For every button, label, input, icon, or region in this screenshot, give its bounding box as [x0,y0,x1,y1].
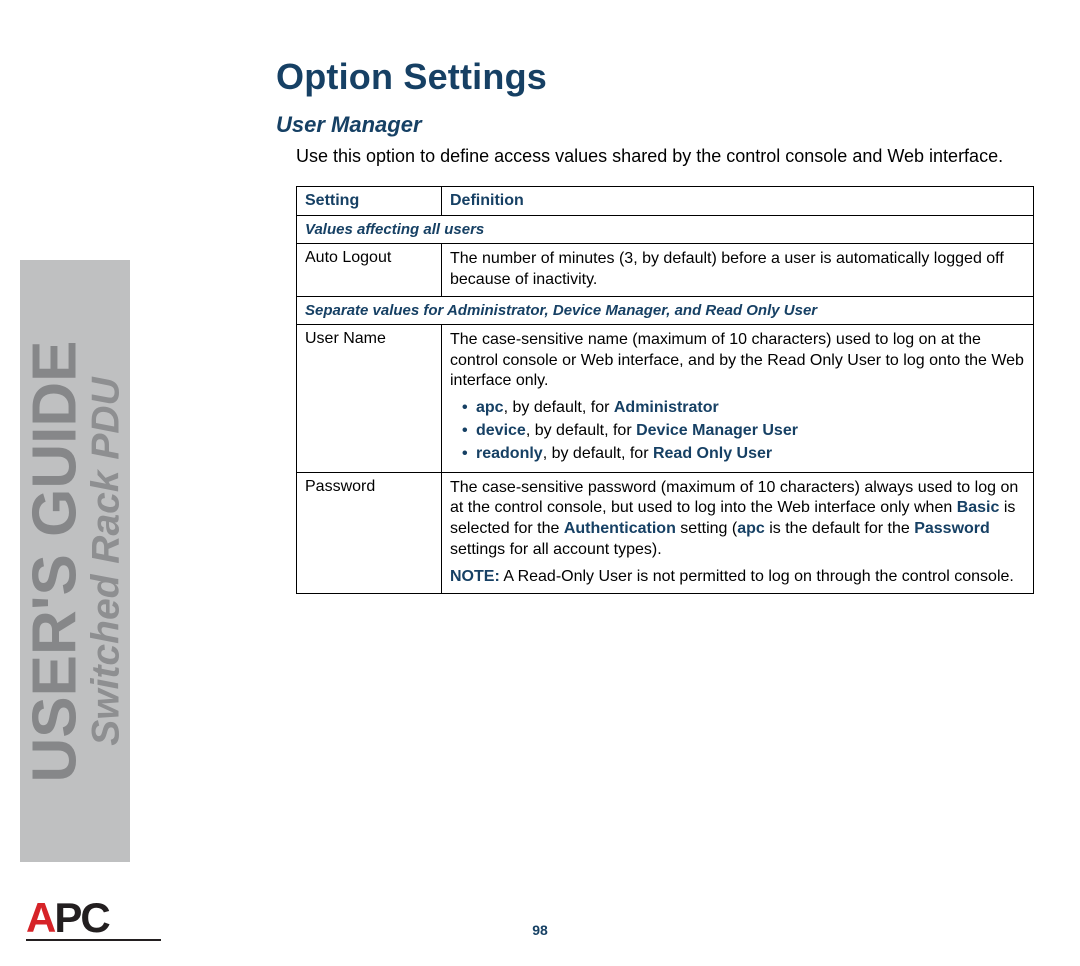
section-separate-values: Separate values for Administrator, Devic… [297,296,1034,324]
page-number: 98 [0,922,1080,938]
note-block: NOTE: A Read-Only User is not permitted … [450,567,1025,588]
bullet-readonly: readonly [476,445,543,462]
guide-subtitle: Switched Rack PDU [87,377,126,745]
definition-auto-logout: The number of minutes (3, by default) be… [442,244,1034,297]
note-label: NOTE: [450,568,500,585]
note-text: A Read-Only User is not permitted to log… [500,568,1014,585]
page-title: Option Settings [276,56,1036,98]
section-row: Values affecting all users [297,216,1034,244]
list-item: readonly, by default, for Read Only User [466,444,1025,465]
sidebar: USER'S GUIDE Switched Rack PDU APC [0,0,196,966]
list-item: device, by default, for Device Manager U… [466,421,1025,442]
table-row: User Name The case-sensitive name (maxim… [297,324,1034,472]
bullet-rouser: Read Only User [653,445,772,462]
col-header-setting: Setting [297,187,442,216]
bullet-text: , by default, for [526,422,636,439]
settings-table: Setting Definition Values affecting all … [296,186,1034,593]
table-row: Password The case-sensitive password (ma… [297,472,1034,593]
pw-basic: Basic [957,499,1000,516]
setting-auto-logout: Auto Logout [297,244,442,297]
bullet-text: , by default, for [504,399,614,416]
pw-text: The case-sensitive password (maximum of … [450,479,1018,517]
ribbon-text: USER'S GUIDE Switched Rack PDU [25,340,126,782]
pw-auth: Authentication [564,520,676,537]
bullet-admin: Administrator [614,399,719,416]
section-heading: User Manager [276,112,1036,138]
definition-user-name: The case-sensitive name (maximum of 10 c… [442,324,1034,472]
pw-text: settings for all account types). [450,541,662,558]
bullet-device: device [476,422,526,439]
main-content: Option Settings User Manager Use this op… [276,56,1036,594]
bullet-text: , by default, for [543,445,653,462]
intro-paragraph: Use this option to define access values … [296,144,1026,168]
setting-password: Password [297,472,442,593]
table-row: Auto Logout The number of minutes (3, by… [297,244,1034,297]
section-all-users: Values affecting all users [297,216,1034,244]
bullet-list: apc, by default, for Administrator devic… [450,398,1025,464]
bullet-devmgr: Device Manager User [636,422,798,439]
bullet-apc: apc [476,399,504,416]
vertical-ribbon: USER'S GUIDE Switched Rack PDU [20,260,130,862]
list-item: apc, by default, for Administrator [466,398,1025,419]
col-header-definition: Definition [442,187,1034,216]
pw-text: is the default for the [765,520,914,537]
guide-title: USER'S GUIDE [25,340,87,782]
username-intro: The case-sensitive name (maximum of 10 c… [450,331,1024,390]
pw-text: setting ( [676,520,737,537]
setting-user-name: User Name [297,324,442,472]
table-header-row: Setting Definition [297,187,1034,216]
section-row: Separate values for Administrator, Devic… [297,296,1034,324]
definition-password: The case-sensitive password (maximum of … [442,472,1034,593]
pw-password: Password [914,520,990,537]
pw-apc: apc [737,520,765,537]
